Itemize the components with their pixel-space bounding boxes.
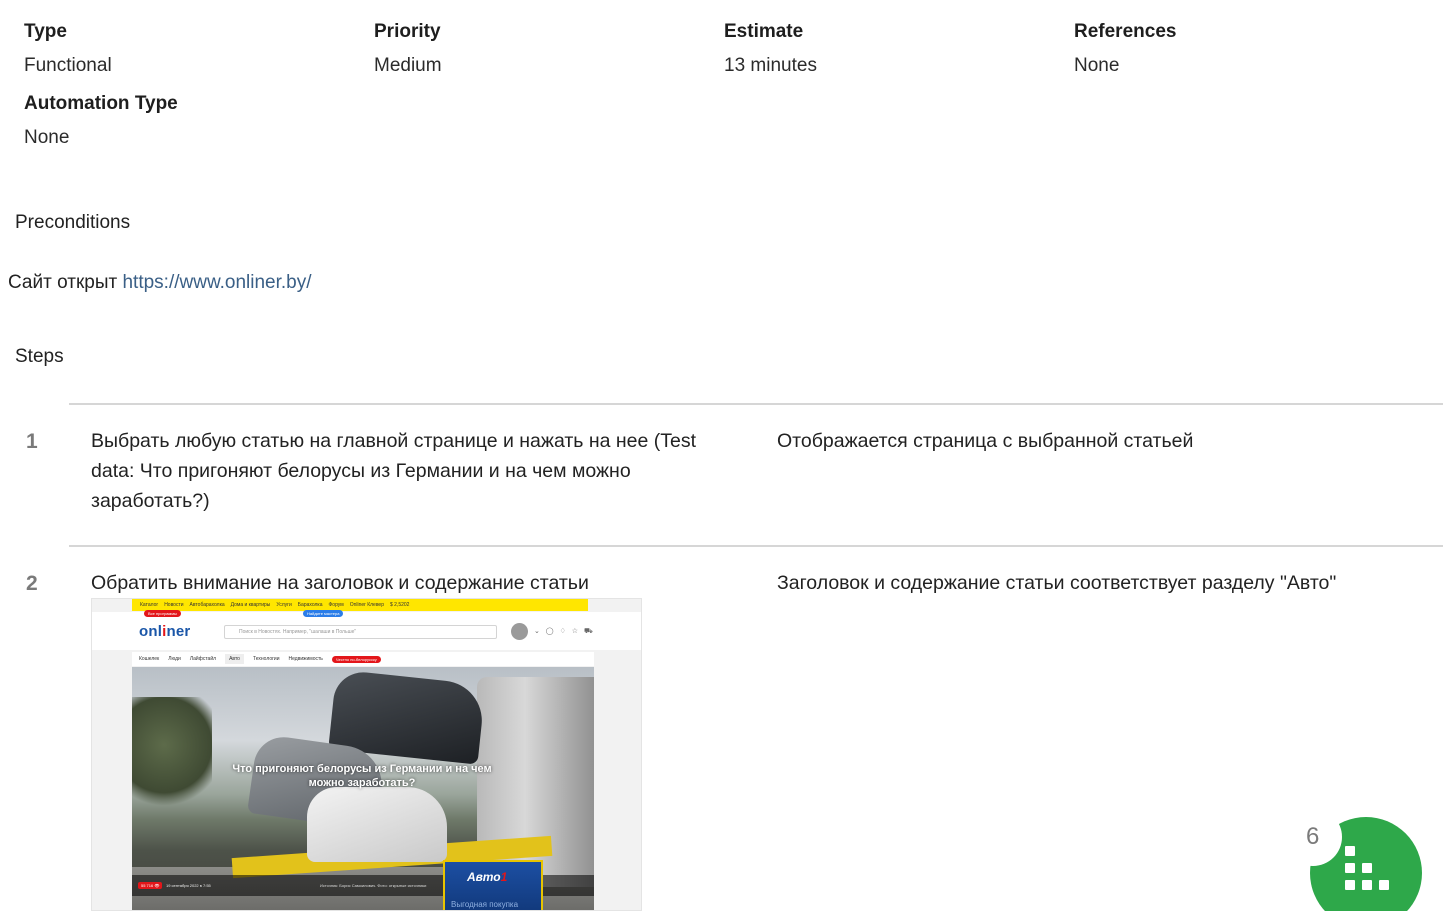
shot-topbar-item: Услуги: [276, 602, 292, 608]
steps-title: Steps: [15, 346, 64, 367]
step-expected-result: Отображается страница с выбранной статье…: [777, 430, 1194, 452]
shot-topbar-item: Новости: [164, 602, 184, 608]
shot-nav-item: Технологии: [252, 656, 280, 662]
shot-nav-item: Люди: [168, 656, 181, 662]
shot-logo-tail: ner: [166, 623, 191, 640]
shot-topbar-item: Onliner Клевер: [349, 602, 384, 608]
shot-header-icons: ⌄ ◯ ♢ ☆ ⛟: [534, 628, 595, 635]
meta-type-value: Functional: [24, 55, 112, 76]
preconditions-label: Сайт открыт: [8, 272, 118, 293]
shot-source: Источник: Борис Самоилович. Фото: открыт…: [320, 883, 427, 888]
meta-references-value: None: [1074, 55, 1120, 76]
meta-priority: Priority Medium: [374, 18, 724, 80]
preconditions-link[interactable]: https://www.onliner.by/: [122, 272, 311, 293]
shot-ad-logo-main: Авто: [467, 870, 501, 884]
preconditions-text: Сайт открыт https://www.onliner.by/: [8, 272, 312, 294]
grid-icon: [1343, 846, 1389, 894]
shot-car-white: [307, 787, 447, 862]
shot-date: 19 сентября 2022 в 7:55: [166, 883, 211, 888]
meta-row-primary: Type Functional Priority Medium Estimate…: [24, 18, 1424, 80]
meta-priority-value: Medium: [374, 55, 442, 76]
shot-article-headline: Что пригоняют белорусы из Германии и на …: [232, 763, 492, 789]
step-divider: [69, 545, 1443, 547]
shot-nav-pill: Честно по-белорусску: [331, 655, 381, 663]
step-divider: [69, 403, 1443, 405]
shot-nav-item: Недвижимость: [288, 656, 323, 662]
shot-onliner-logo: onliner: [139, 623, 190, 640]
meta-references: References None: [1074, 18, 1424, 80]
shot-topbar-item: Каталог: [140, 602, 159, 608]
meta-automation: Automation Type None: [24, 90, 379, 152]
step-action: Обратить внимание на заголовок и содержа…: [91, 572, 589, 594]
shot-article-photo: Что пригоняют белорусы из Германии и на …: [132, 667, 594, 910]
shot-topbar-item: Дома и квартиры: [230, 602, 271, 608]
test-case-meta: Type Functional Priority Medium Estimate…: [24, 18, 1424, 152]
step-number: 2: [26, 572, 38, 595]
shot-ad-text: Выгодная покупка: [451, 900, 519, 909]
shot-topbar-item: $ 2,5202: [389, 602, 410, 608]
shot-logo-main: onl: [139, 623, 163, 640]
shot-ad-logo-accent: 1: [500, 870, 508, 884]
shot-topbar-item: Автобарахолка: [189, 602, 225, 608]
shot-tree: [132, 697, 212, 817]
shot-topbar: Каталог Новости Автобарахолка Дома и ква…: [132, 599, 588, 611]
preconditions-title: Preconditions: [15, 212, 131, 233]
meta-estimate-label: Estimate: [724, 21, 804, 42]
step-attachment-screenshot[interactable]: Каталог Новости Автобарахолка Дома и ква…: [91, 598, 642, 911]
shot-nav-item: Лайфстайл: [189, 656, 217, 662]
meta-estimate-value: 13 minutes: [724, 55, 817, 76]
shot-topbar-item: Форум: [328, 602, 344, 608]
shot-avatar-icon: [511, 623, 528, 640]
meta-type: Type Functional: [24, 18, 374, 80]
shot-nav-item: Кошелек: [139, 656, 160, 662]
meta-row-secondary: Automation Type None: [24, 90, 1424, 152]
shot-topbar-item: Барахолка: [297, 602, 323, 608]
meta-automation-label: Automation Type: [24, 93, 178, 114]
meta-priority-label: Priority: [374, 21, 441, 42]
widget-count: 6: [1306, 823, 1320, 850]
meta-estimate: Estimate 13 minutes: [724, 18, 1074, 80]
shot-nav-item-active: Авто: [225, 654, 244, 664]
shot-blue-pill: Найдите мастера: [303, 610, 344, 617]
shot-search-input: Поиск в Новостях. Например, "шалаши в По…: [224, 625, 497, 639]
meta-automation-value: None: [24, 127, 70, 148]
step-expected-result: Заголовок и содержание статьи соответств…: [777, 572, 1337, 594]
meta-references-label: References: [1074, 21, 1177, 42]
shot-ad-banner: Авто1 Выгодная покупка: [443, 860, 543, 910]
shot-red-pill: Все программы: [144, 610, 181, 617]
step-action: Выбрать любую статью на главной странице…: [91, 430, 697, 512]
shot-nav: Кошелек Люди Лайфстайл Авто Технологии Н…: [132, 652, 594, 666]
shot-views-badge: 55 716 👁: [138, 882, 163, 889]
shot-ad-logo: Авто1: [467, 870, 507, 884]
step-number: 1: [26, 430, 38, 453]
meta-type-label: Type: [24, 21, 67, 42]
